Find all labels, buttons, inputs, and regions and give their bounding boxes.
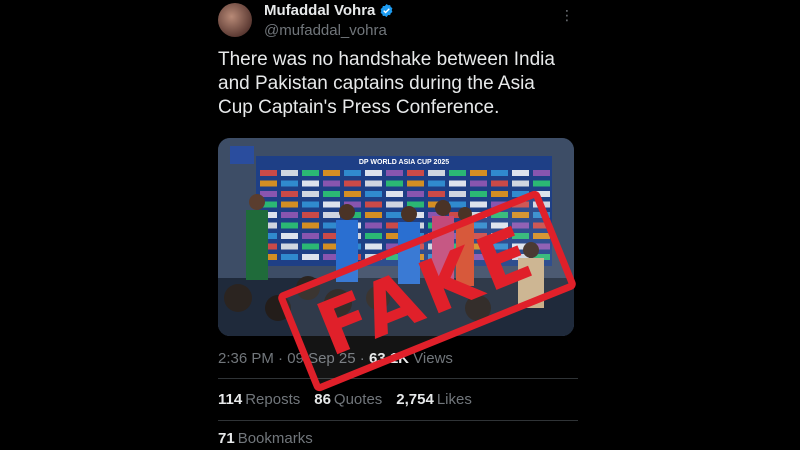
sponsor-tile — [533, 180, 550, 187]
sponsor-tile — [533, 170, 550, 176]
reposts-label: Reposts — [245, 391, 301, 408]
sponsor-tile — [281, 243, 298, 250]
sponsor-tile — [302, 212, 319, 218]
sponsor-tile — [449, 201, 466, 208]
sponsor-tile — [491, 180, 508, 187]
divider — [218, 378, 578, 379]
sponsor-tile — [260, 180, 277, 187]
backdrop-title: DP WORLD ASIA CUP 2025 — [359, 159, 449, 166]
views-label: Views — [413, 350, 453, 367]
meta-separator: · — [278, 350, 284, 367]
likes-link[interactable]: 2,754 Likes — [396, 391, 472, 408]
bookmarks-link[interactable]: 71 Bookmarks — [218, 430, 313, 447]
sponsor-tile — [365, 180, 382, 187]
sponsor-tile — [428, 170, 445, 176]
reposts-link[interactable]: 114 Reposts — [218, 391, 300, 408]
sponsor-tile — [281, 180, 298, 187]
likes-count: 2,754 — [396, 391, 434, 408]
sponsor-tile — [470, 191, 487, 197]
sponsor-tile — [365, 212, 382, 218]
sponsor-tile — [323, 191, 340, 197]
tweet-text-line: and Pakistan captains during the Asia — [218, 73, 535, 94]
avatar[interactable] — [218, 3, 252, 37]
sponsor-tile — [281, 170, 298, 176]
sponsor-tile — [386, 212, 403, 218]
sponsor-tile — [365, 222, 382, 229]
sponsor-tile — [470, 201, 487, 208]
sponsor-tile — [323, 201, 340, 208]
verified-badge-icon — [381, 3, 393, 18]
sponsor-tile — [386, 191, 403, 197]
sponsor-tile — [365, 233, 382, 239]
author-handle[interactable]: @mufaddal_vohra — [264, 22, 387, 39]
sponsor-tile — [344, 191, 361, 197]
sponsor-tile — [323, 180, 340, 187]
sponsor-tile — [470, 170, 487, 176]
sponsor-tile — [281, 212, 298, 218]
sponsor-tile — [491, 191, 508, 197]
sponsor-tile — [302, 243, 319, 250]
sponsor-tile — [302, 254, 319, 260]
sponsor-tile — [407, 180, 424, 187]
sponsor-tile — [386, 180, 403, 187]
reposts-count: 114 — [218, 391, 243, 408]
likes-label: Likes — [436, 391, 472, 408]
sponsor-tile — [449, 170, 466, 176]
sponsor-tile — [428, 180, 445, 187]
quotes-link[interactable]: 86 Quotes — [314, 391, 382, 408]
sponsor-tile — [344, 170, 361, 176]
sponsor-tile — [302, 201, 319, 208]
sponsor-tile — [365, 201, 382, 208]
sponsor-tile — [302, 222, 319, 229]
sponsor-tile — [386, 170, 403, 176]
sponsor-tile — [344, 180, 361, 187]
sponsor-tile — [512, 170, 529, 176]
sponsor-tile — [323, 212, 340, 218]
bookmarks-label: Bookmarks — [237, 430, 313, 447]
sponsor-tile — [281, 254, 298, 260]
sponsor-tile — [281, 191, 298, 197]
sponsor-tile — [365, 170, 382, 176]
sponsor-tile — [302, 191, 319, 197]
sponsor-tile — [512, 180, 529, 187]
asia-cup-logo — [230, 146, 254, 164]
sponsor-tile — [302, 170, 319, 176]
sponsor-tile — [386, 201, 403, 208]
sponsor-tile — [281, 222, 298, 229]
quotes-label: Quotes — [333, 391, 383, 408]
sponsor-tile — [470, 180, 487, 187]
sponsor-tile — [428, 191, 445, 197]
tweet-text-line: There was no handshake between India — [218, 49, 555, 70]
sponsor-tile — [260, 191, 277, 197]
sponsor-tile — [449, 180, 466, 187]
author-display-name[interactable]: Mufaddal Vohra — [264, 2, 375, 19]
sponsor-tile — [407, 191, 424, 197]
sponsor-tile — [491, 170, 508, 176]
sponsor-tile — [281, 233, 298, 239]
sponsor-tile — [365, 191, 382, 197]
engagement-stats: 114 Reposts 86 Quotes 2,754 Likes — [218, 391, 472, 408]
sponsor-tile — [365, 243, 382, 250]
quotes-count: 86 — [314, 391, 331, 408]
author-row: Mufaddal Vohra — [264, 2, 394, 19]
sponsor-tile — [281, 201, 298, 208]
tweet-text-line: Cup Captain's Press Conference. — [218, 97, 500, 118]
tweet-time[interactable]: 2:36 PM — [218, 350, 274, 367]
sponsor-tile — [302, 233, 319, 239]
sponsor-tile — [449, 191, 466, 197]
sponsor-tile — [260, 170, 277, 176]
more-options-icon[interactable]: ⋮ — [560, 8, 574, 22]
divider — [218, 420, 578, 421]
sponsor-tile — [302, 180, 319, 187]
tweet-text: There was no handshake between India and… — [218, 48, 578, 120]
sponsor-tile — [407, 170, 424, 176]
sponsor-tile — [323, 170, 340, 176]
bookmarks-count: 71 — [218, 430, 235, 447]
